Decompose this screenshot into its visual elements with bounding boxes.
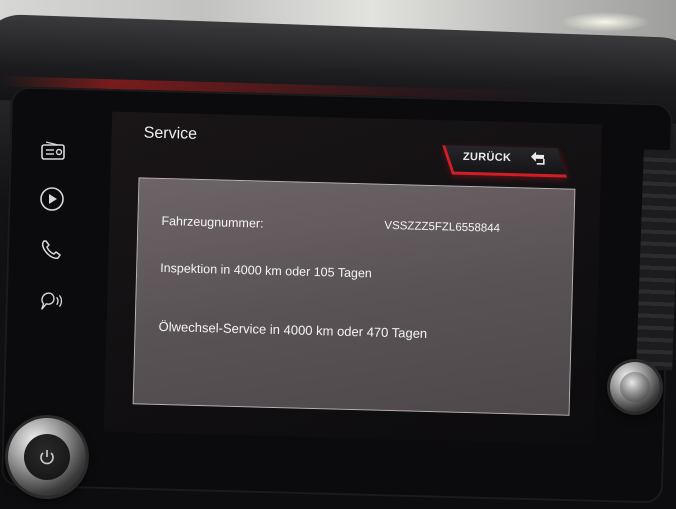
tune-knob-center (620, 372, 650, 402)
radio-icon-graphic (41, 141, 65, 160)
back-button[interactable]: ZURÜCK (442, 145, 567, 178)
tune-knob[interactable] (610, 362, 660, 412)
power-icon (40, 450, 54, 465)
photo-background: Service ZURÜCK Fahrzeugnummer: VSSZZZ5FZ… (0, 0, 676, 509)
play-icon-graphic (40, 187, 64, 211)
back-arrow-icon (530, 151, 545, 165)
air-vent (636, 149, 676, 371)
page-title: Service (143, 124, 198, 143)
oil-service-info: Ölwechsel-Service in 4000 km oder 470 Ta… (158, 318, 428, 341)
radio-icon[interactable] (40, 138, 66, 164)
back-button-label: ZURÜCK (462, 150, 512, 165)
play-icon[interactable] (39, 186, 65, 212)
volume-power-knob[interactable] (8, 418, 86, 496)
service-info-panel: Fahrzeugnummer: VSSZZZ5FZL6558844 Inspek… (132, 177, 576, 416)
vehicle-number-value: VSSZZZ5FZL6558844 (384, 219, 501, 235)
ceiling-lamp (560, 12, 650, 32)
phone-icon[interactable] (38, 237, 64, 263)
vehicle-number-label: Fahrzeugnummer: (161, 213, 264, 231)
voice-icon[interactable] (38, 288, 64, 314)
phone-icon-graphic (41, 240, 61, 259)
voice-icon-graphic (41, 292, 63, 310)
inspection-info: Inspektion in 4000 km oder 105 Tagen (160, 260, 373, 281)
infotainment-screen: Service ZURÜCK Fahrzeugnummer: VSSZZZ5FZ… (103, 111, 603, 445)
